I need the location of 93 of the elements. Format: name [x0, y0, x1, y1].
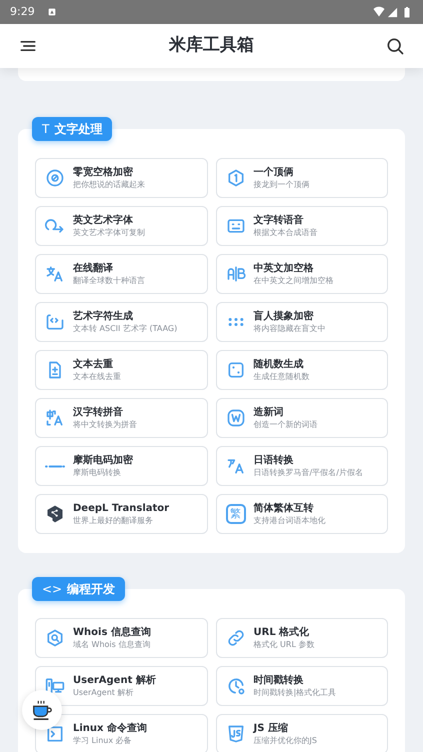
tool-title: 时间戳转换 — [254, 674, 304, 687]
tool-card[interactable]: 零宽空格加密 把你想说的话藏起来 — [35, 158, 208, 198]
js-shield-icon — [226, 724, 246, 744]
clock-icon — [226, 676, 246, 696]
tool-description: 域名 Whois 信息查询 — [73, 639, 151, 650]
tool-description: 创造一个新的词语 — [254, 419, 318, 430]
hexagon-number-icon — [226, 168, 246, 188]
tool-card[interactable]: UserAgent 解析 UserAgent 解析 — [35, 666, 208, 706]
tool-card[interactable]: 艺术字符生成 文本转 ASCII 艺术字 (TAAG) — [35, 302, 208, 342]
tool-card[interactable]: 汉字转拼音 将中文转换为拼音 — [35, 398, 208, 438]
dash-line-icon — [45, 464, 65, 468]
tool-card[interactable]: 摩斯电码加密 摩斯电码转换 — [35, 446, 208, 486]
tool-description: 摩斯电码转换 — [73, 467, 122, 478]
wifi-icon — [373, 6, 385, 18]
search-icon — [385, 36, 405, 56]
tool-title: 一个顶俩 — [254, 166, 294, 179]
tool-card[interactable]: 在线翻译 翻译全球数十种语言 — [35, 254, 208, 294]
coffee-cup-icon — [31, 699, 53, 721]
tool-description: 将中文转换为拼音 — [73, 419, 137, 430]
tool-description: 在中英文之间增加空格 — [254, 275, 334, 286]
tool-description: 日语转换罗马音/平假名/片假名 — [254, 467, 363, 478]
tool-card[interactable]: 日语转换 日语转换罗马音/平假名/片假名 — [216, 446, 388, 486]
tool-title: URL 格式化 — [254, 626, 310, 639]
tool-card[interactable]: DeepL Translator 世界上最好的翻译服务 — [35, 494, 208, 534]
search-hexagon-icon — [45, 628, 65, 648]
tool-card[interactable]: 盲人摸象加密 将内容隐藏在盲文中 — [216, 302, 388, 342]
notification-icon — [46, 7, 57, 17]
tool-description: 将内容隐藏在盲文中 — [254, 323, 326, 334]
tool-title: Linux 命令查询 — [73, 722, 147, 735]
tool-title: 简体繁体互转 — [254, 502, 314, 515]
tool-description: 接龙到一个顶俩 — [254, 179, 310, 190]
tool-card[interactable]: 文本去重 文本在线去重 — [35, 350, 208, 390]
tool-title: 造新词 — [254, 406, 284, 419]
tool-title: 文本去重 — [73, 358, 114, 371]
app-title: 米库工具箱 — [168, 34, 255, 58]
status-time: 9:29 — [10, 4, 35, 20]
tool-card[interactable]: 繁 简体繁体互转 支持港台词语本地化 — [216, 494, 388, 534]
tool-card[interactable]: 英文艺术字体 英文艺术字体可复制 — [35, 206, 208, 246]
tool-title: 中英文加空格 — [254, 262, 314, 275]
section-icon: T — [42, 120, 50, 138]
signal-icon — [387, 6, 398, 18]
tool-title: DeepL Translator — [73, 502, 170, 515]
tool-description: 根据文本合成语音 — [254, 227, 318, 238]
tool-description: 文本转 ASCII 艺术字 (TAAG) — [73, 323, 178, 334]
tool-description: 支持港台词语本地化 — [254, 515, 326, 526]
code-frame-icon — [45, 312, 65, 332]
tool-description: UserAgent 解析 — [73, 687, 134, 698]
tool-card[interactable]: 一个顶俩 接龙到一个顶俩 — [216, 158, 388, 198]
tool-description: 格式化 URL 参数 — [254, 639, 314, 650]
tool-description: 学习 Linux 必备 — [73, 735, 133, 746]
w-badge-icon — [226, 408, 246, 428]
chinese-a-icon — [45, 408, 65, 428]
tool-title: 在线翻译 — [73, 262, 114, 275]
terminal-icon — [45, 724, 65, 744]
tool-card[interactable]: 造新词 创造一个新的词语 — [216, 398, 388, 438]
tool-title: 文字转语音 — [254, 214, 304, 227]
deepl-icon — [45, 504, 65, 524]
tool-card[interactable]: 文字转语音 根据文本合成语音 — [216, 206, 388, 246]
tool-title: 摩斯电码加密 — [73, 454, 133, 467]
tool-title: 日语转换 — [254, 454, 294, 467]
tool-title: 汉字转拼音 — [73, 406, 124, 419]
section-label: <> 编程开发 — [32, 577, 126, 601]
section-icon: <> — [42, 580, 62, 598]
tool-description: 世界上最好的翻译服务 — [73, 515, 154, 526]
tool-card[interactable]: URL 格式化 格式化 URL 参数 — [216, 618, 388, 658]
section-label: T 文字处理 — [32, 117, 112, 141]
tool-description: 生成任意随机数 — [254, 371, 310, 382]
tool-description: 把你想说的话藏起来 — [73, 179, 145, 190]
tool-description: 文本在线去重 — [73, 371, 121, 382]
tool-card[interactable]: JS 压缩 压缩并优化你的JS — [216, 714, 388, 752]
tool-card[interactable]: 随机数生成 生成任意随机数 — [216, 350, 388, 390]
tool-card[interactable]: 时间戳转换 时间戳转换|格式化工具 — [216, 666, 388, 706]
search-button[interactable] — [385, 36, 405, 56]
tool-description: 翻译全球数十种语言 — [73, 275, 145, 286]
link-icon — [226, 628, 246, 648]
dice-icon — [226, 360, 246, 380]
tool-title: 随机数生成 — [254, 358, 304, 371]
tool-description: 压缩并优化你的JS — [254, 735, 317, 746]
tool-title: 艺术字符生成 — [73, 310, 134, 323]
tool-title: 盲人摸象加密 — [254, 310, 314, 323]
tool-card[interactable]: 中英文加空格 在中英文之间增加空格 — [216, 254, 388, 294]
tool-description: 英文艺术字体可复制 — [73, 227, 145, 238]
text-badge-icon: 繁 — [226, 504, 246, 524]
tool-description: 时间戳转换|格式化工具 — [254, 687, 336, 698]
tool-title: JS 压缩 — [254, 722, 289, 735]
tool-card[interactable]: Whois 信息查询 域名 Whois 信息查询 — [35, 618, 208, 658]
translate-icon — [45, 264, 65, 284]
a-b-icon — [226, 264, 246, 284]
tool-title: 零宽空格加密 — [73, 166, 134, 179]
tool-title: 英文艺术字体 — [73, 214, 134, 227]
tool-card[interactable]: Linux 命令查询 学习 Linux 必备 — [35, 714, 208, 752]
tool-title: UserAgent 解析 — [73, 674, 156, 687]
tool-title: Whois 信息查询 — [73, 626, 151, 639]
